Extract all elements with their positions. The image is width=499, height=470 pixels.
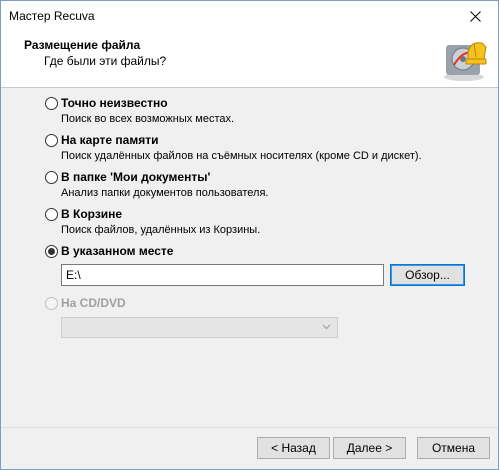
wizard-header: Размещение файла Где были эти файлы? [1, 32, 498, 88]
radio-memory-card[interactable] [45, 133, 58, 147]
radio-my-documents[interactable] [45, 170, 58, 184]
option-my-documents-label: В папке 'Мои документы' [61, 170, 211, 184]
chevron-down-icon [322, 324, 331, 330]
radio-cd-dvd [45, 296, 58, 310]
option-recycle-bin-label: В Корзине [61, 207, 123, 221]
option-cd-dvd: На CD/DVD [45, 296, 126, 310]
page-subtitle: Где были эти файлы? [44, 54, 167, 68]
option-specific-location-label: В указанном месте [61, 244, 174, 258]
page-title: Размещение файла [24, 38, 141, 52]
option-my-documents-description: Анализ папки документов пользователя. [61, 187, 269, 199]
option-recycle-bin-description: Поиск файлов, удалённых из Корзины. [61, 224, 261, 236]
option-memory-card-label: На карте памяти [61, 133, 159, 147]
radio-recycle-bin[interactable] [45, 207, 58, 221]
option-my-documents[interactable]: В папке 'Мои документы' [45, 170, 210, 184]
option-recycle-bin[interactable]: В Корзине [45, 207, 122, 221]
close-icon [469, 11, 481, 22]
option-unknown[interactable]: Точно неизвестно [45, 96, 168, 110]
radio-specific-location[interactable] [45, 244, 58, 258]
option-unknown-description: Поиск во всех возможных местах. [61, 113, 235, 125]
option-specific-location[interactable]: В указанном месте [45, 244, 173, 258]
back-button[interactable]: < Назад [257, 437, 330, 459]
radio-unknown[interactable] [45, 96, 58, 110]
option-unknown-label: Точно неизвестно [61, 96, 168, 110]
window-title: Мастер Recuva [9, 9, 95, 23]
recuva-logo-icon [444, 42, 487, 81]
close-button[interactable] [452, 1, 498, 32]
cd-drive-select [61, 317, 338, 338]
option-cd-dvd-label: На CD/DVD [61, 296, 126, 310]
option-memory-card-description: Поиск удалённых файлов на съёмных носите… [61, 150, 422, 162]
footer-divider [1, 427, 498, 428]
location-path-input[interactable] [61, 264, 384, 286]
browse-button[interactable]: Обзор... [390, 264, 465, 286]
recuva-wizard-window: Мастер Recuva Размещение файла Где были … [0, 0, 499, 470]
wizard-content: Точно неизвестно Поиск во всех возможных… [1, 89, 498, 427]
cancel-button[interactable]: Отмена [417, 437, 490, 459]
title-bar: Мастер Recuva [1, 1, 498, 32]
option-memory-card[interactable]: На карте памяти [45, 133, 158, 147]
next-button[interactable]: Далее > [333, 437, 406, 459]
